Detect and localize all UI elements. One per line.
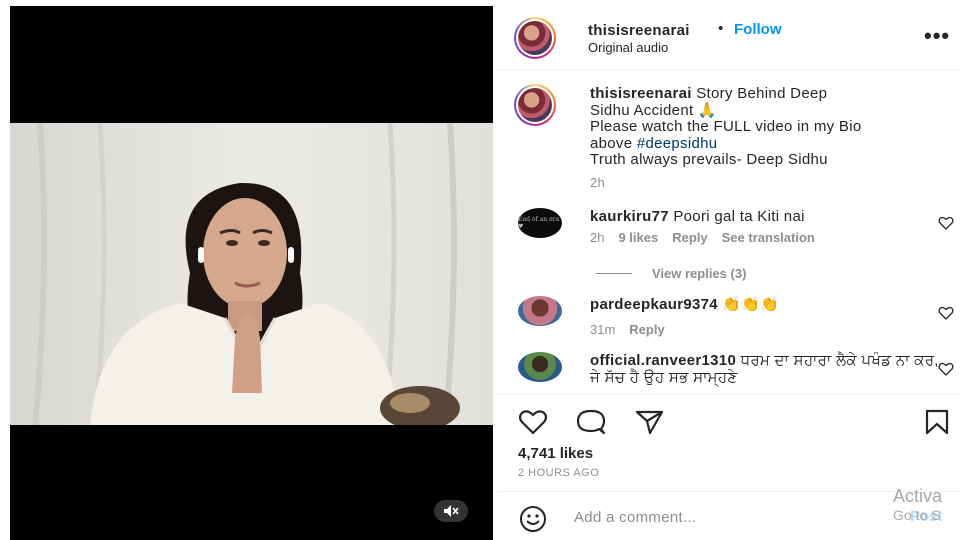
commenter-avatar[interactable] (518, 352, 562, 382)
author-avatar[interactable] (514, 17, 556, 59)
heart-icon[interactable] (938, 306, 954, 320)
comments-scroll-area[interactable]: thisisreenarai Story Behind Deep Sidhu A… (498, 70, 960, 394)
comment-meta: 31m Reply (590, 322, 665, 337)
comment-input[interactable] (574, 504, 864, 530)
comment-text: kaurkiru77 Poori gal ta Kiti nai (590, 208, 940, 225)
audio-link[interactable]: Original audio (588, 40, 668, 55)
commenter-username[interactable]: pardeepkaur9374 (590, 296, 718, 313)
mute-toggle-button[interactable] (434, 500, 468, 522)
reply-button[interactable]: Reply (672, 230, 707, 245)
commenter-avatar[interactable] (518, 296, 562, 326)
caption-time: 2h (590, 174, 606, 190)
comment-meta: 2h 9 likes Reply See translation (590, 230, 815, 245)
comment-time: 2h (590, 230, 605, 245)
video-frame[interactable] (10, 123, 493, 425)
comment-text: pardeepkaur9374 👏👏👏 (590, 296, 940, 313)
comment-body: 👏👏👏 (722, 296, 780, 313)
comment-body: Poori gal ta Kiti nai (673, 208, 805, 225)
post-actions: 4,741 likes 2 HOURS AGO Post (498, 394, 960, 540)
post-header: thisisreenarai • Follow Original audio •… (498, 6, 960, 70)
activate-windows-watermark: Activa (893, 486, 943, 506)
heart-icon[interactable] (518, 409, 548, 435)
caption-line1: Story Behind Deep (696, 85, 828, 102)
comment-icon[interactable] (576, 409, 606, 435)
separator-dot: • (718, 20, 724, 37)
commenter-avatar[interactable]: End of an era ♥ (518, 208, 562, 238)
comment-item: official.ranveer1310 ਧਰਮ ਦਾ ਸਹਾਰਾ ਲੈਕੇ ਪ… (518, 352, 954, 394)
reply-button[interactable]: Reply (629, 322, 664, 337)
heart-icon[interactable] (938, 362, 954, 376)
hashtag-link[interactable]: #deepsidhu (637, 135, 718, 152)
comment-text: official.ranveer1310 ਧਰਮ ਦਾ ਸਹਾਰਾ ਲੈਕੇ ਪ… (590, 352, 940, 386)
more-options-icon[interactable]: ••• (924, 25, 950, 47)
replies-divider (596, 273, 632, 274)
comment-item: pardeepkaur9374 👏👏👏 31m Reply (518, 296, 954, 346)
comment-time: 31m (590, 322, 616, 337)
posted-time: 2 HOURS AGO (518, 467, 600, 479)
caption-avatar[interactable] (514, 84, 556, 126)
activate-windows-subtext: Go to S (893, 507, 941, 523)
add-comment-bar: Post (498, 491, 960, 540)
view-replies-label: View replies (3) (652, 266, 747, 281)
view-replies-button[interactable]: View replies (3) (596, 266, 746, 281)
caption-line3: Please watch the FULL video in my Bio (590, 118, 862, 135)
commenter-username[interactable]: kaurkiru77 (590, 208, 669, 225)
see-translation-button[interactable]: See translation (722, 230, 815, 245)
caption-text: thisisreenarai Story Behind Deep Sidhu A… (590, 85, 940, 191)
video-still-image (10, 123, 493, 425)
author-username[interactable]: thisisreenarai (588, 22, 690, 39)
caption-line2: Sidhu Accident 🙏 (590, 101, 717, 119)
muted-speaker-icon (444, 505, 459, 517)
caption-line4: above (590, 134, 633, 152)
post-side-panel: thisisreenarai • Follow Original audio •… (498, 6, 960, 540)
share-icon[interactable] (634, 409, 664, 435)
likes-count[interactable]: 4,741 likes (518, 445, 593, 462)
bookmark-icon[interactable] (922, 409, 952, 435)
caption-username[interactable]: thisisreenarai (590, 85, 692, 102)
video-player[interactable] (10, 6, 493, 540)
follow-button[interactable]: Follow (734, 21, 782, 38)
comment-likes[interactable]: 9 likes (618, 230, 658, 245)
emoji-icon[interactable] (518, 504, 548, 534)
avatar-caption: End of an era ♥ (518, 216, 560, 230)
caption-line5: Truth always prevails- Deep Sidhu (590, 151, 828, 168)
commenter-username[interactable]: official.ranveer1310 (590, 352, 736, 369)
heart-icon[interactable] (938, 216, 954, 230)
